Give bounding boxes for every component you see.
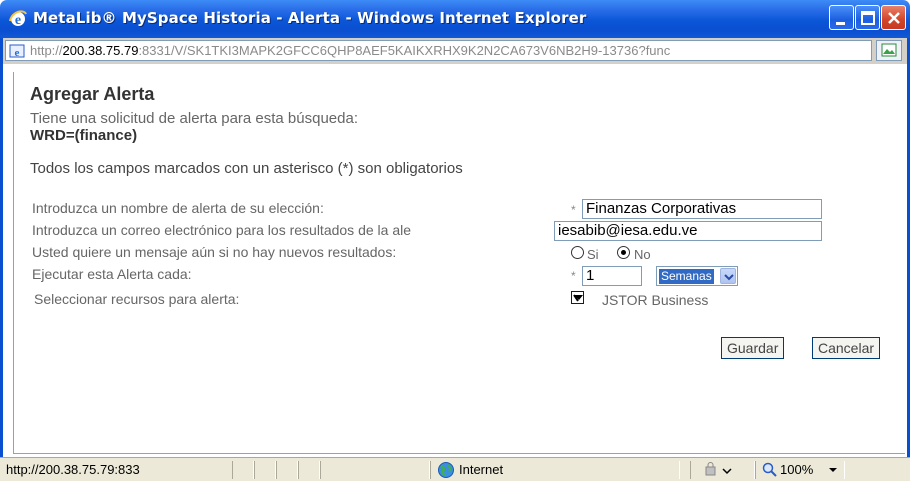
svg-text:e: e [15, 13, 21, 28]
globe-icon [438, 462, 454, 478]
minimize-button[interactable] [829, 5, 854, 30]
address-bar: e http://200.38.75.79:8331/V/SK1TKI3MAPK… [0, 38, 910, 64]
required-fields-note: Todos los campos marcados con un asteris… [30, 160, 463, 177]
close-icon [888, 12, 900, 24]
ie-logo-icon: e [9, 10, 27, 28]
radio-si[interactable] [571, 246, 584, 259]
required-asterisk: * [571, 269, 576, 283]
maximize-button[interactable] [855, 5, 880, 30]
zoom-control[interactable]: 100% [755, 461, 845, 479]
email-label: Introduzca un correo electrónico para lo… [32, 222, 411, 238]
svg-text:e: e [15, 47, 20, 59]
zone-label: Internet [459, 462, 504, 477]
resources-label: Seleccionar recursos para alerta: [34, 291, 240, 307]
page-icon: e [9, 44, 25, 59]
page-title: Agregar Alerta [30, 84, 155, 104]
required-asterisk: * [571, 203, 576, 217]
status-bar: http://200.38.75.79:833 Internet 100% [0, 457, 910, 481]
security-zone[interactable]: Internet [430, 461, 680, 479]
checkmark-icon [573, 294, 583, 302]
radio-no[interactable] [617, 246, 630, 259]
chevron-down-icon [829, 468, 837, 472]
request-text: Tiene una solicitud de alerta para esta … [30, 110, 359, 127]
dropdown-arrow[interactable] [720, 268, 736, 284]
title-bar[interactable]: e MetaLib® MySpace Historia - Alerta - W… [0, 0, 910, 38]
chevron-down-icon [724, 274, 734, 281]
zoom-level: 100% [780, 462, 814, 477]
zoom-icon [762, 462, 777, 477]
alert-name-input[interactable]: Finanzas Corporativas [582, 199, 822, 219]
search-query: WRD=(finance) [30, 127, 138, 144]
minimize-icon [836, 22, 845, 25]
alert-name-label: Introduzca un nombre de alerta de su ele… [32, 200, 324, 216]
page-content: Agregar Alerta Tiene una solicitud de al… [0, 64, 910, 457]
radio-no-label: No [634, 247, 651, 262]
picture-icon [881, 43, 897, 57]
close-button[interactable] [881, 5, 906, 30]
url-rest: :8331/V/SK1TKI3MAPK2GFCC6QHP8AEF5KAIKXRH… [138, 43, 671, 58]
save-button[interactable]: Guardar [721, 337, 785, 359]
lock-settings-icon [705, 462, 732, 476]
empty-results-label: Usted quiere un mensaje aún si no hay nu… [32, 244, 397, 260]
frequency-unit-value: Semanas [659, 269, 714, 284]
url-prefix: http:// [30, 43, 63, 58]
frequency-label: Ejecutar esta Alerta cada: [32, 266, 192, 282]
status-url: http://200.38.75.79:833 [6, 462, 140, 477]
email-input[interactable]: iesabib@iesa.edu.ve [554, 221, 822, 241]
url-host: 200.38.75.79 [62, 43, 139, 58]
cancel-button[interactable]: Cancelar [812, 337, 881, 359]
alert-form-panel: Agregar Alerta Tiene una solicitud de al… [13, 72, 905, 454]
maximize-icon [861, 11, 875, 25]
radio-si-label: Si [587, 247, 599, 262]
url-field[interactable]: e http://200.38.75.79:8331/V/SK1TKI3MAPK… [5, 40, 872, 61]
window-title: MetaLib® MySpace Historia - Alerta - Win… [33, 9, 587, 27]
resource-name: JSTOR Business [602, 292, 709, 308]
resource-checkbox[interactable] [571, 291, 584, 304]
frequency-input[interactable]: 1 [582, 266, 642, 286]
protected-mode-button[interactable] [690, 461, 755, 479]
frequency-unit-select[interactable]: Semanas [656, 266, 738, 286]
page-view-button[interactable] [876, 40, 902, 61]
